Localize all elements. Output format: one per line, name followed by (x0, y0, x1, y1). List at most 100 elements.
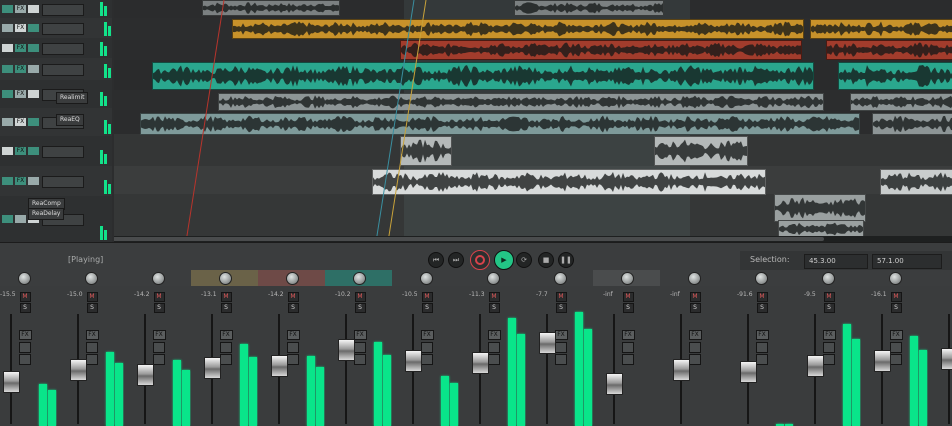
track-header[interactable]: FX (0, 58, 112, 81)
phase-button[interactable] (353, 342, 366, 353)
track-button[interactable] (2, 24, 13, 32)
mute-button[interactable]: M (287, 292, 299, 302)
route-button[interactable] (420, 354, 433, 365)
solo-button[interactable]: S (86, 303, 98, 313)
solo-button[interactable]: S (823, 303, 835, 313)
volume-fader[interactable] (271, 354, 288, 377)
track-button[interactable]: FX (15, 44, 26, 52)
fx-button[interactable]: FX (286, 330, 300, 340)
pan-knob[interactable] (285, 272, 299, 285)
track-button[interactable] (28, 5, 39, 13)
solo-button[interactable]: S (756, 303, 768, 313)
solo-button[interactable]: S (488, 303, 500, 313)
phase-button[interactable] (621, 342, 634, 353)
fx-button[interactable]: FX (889, 330, 903, 340)
phase-button[interactable] (487, 342, 500, 353)
track-button[interactable]: FX (15, 5, 26, 13)
track-header[interactable]: FX (0, 18, 112, 39)
track-header[interactable]: FX (0, 136, 112, 167)
track-button[interactable] (28, 118, 39, 126)
solo-button[interactable]: S (890, 303, 902, 313)
solo-button[interactable]: S (622, 303, 634, 313)
go-to-start-button[interactable]: ⏮ (428, 252, 444, 268)
route-button[interactable] (85, 354, 98, 365)
pan-knob[interactable] (754, 272, 768, 285)
track-button[interactable] (2, 177, 13, 185)
pan-knob[interactable] (620, 272, 634, 285)
route-button[interactable] (889, 354, 902, 365)
solo-button[interactable]: S (220, 303, 232, 313)
selection-end-field[interactable]: 57.1.00 (872, 254, 942, 269)
route-button[interactable] (353, 354, 366, 365)
phase-button[interactable] (755, 342, 768, 353)
mute-button[interactable]: M (756, 292, 768, 302)
track-button[interactable]: FX (15, 147, 26, 155)
fx-button[interactable]: FX (554, 330, 568, 340)
track-name-box[interactable] (42, 23, 84, 35)
route-button[interactable] (487, 354, 500, 365)
fx-button[interactable]: FX (353, 330, 367, 340)
route-button[interactable] (621, 354, 634, 365)
stop-button[interactable]: ■ (538, 252, 554, 268)
fx-button[interactable]: FX (822, 330, 836, 340)
phase-button[interactable] (18, 342, 31, 353)
mute-button[interactable]: M (890, 292, 902, 302)
fx-plugin-label[interactable]: ReaDelay (28, 208, 65, 220)
solo-button[interactable]: S (153, 303, 165, 313)
track-button[interactable] (2, 65, 13, 73)
phase-button[interactable] (688, 342, 701, 353)
phase-button[interactable] (554, 342, 567, 353)
mute-button[interactable]: M (622, 292, 634, 302)
track-button[interactable] (2, 147, 13, 155)
track-name-box[interactable] (42, 4, 84, 16)
route-button[interactable] (152, 354, 165, 365)
solo-button[interactable]: S (689, 303, 701, 313)
track-button[interactable]: FX (15, 65, 26, 73)
route-button[interactable] (219, 354, 232, 365)
volume-fader[interactable] (807, 354, 824, 377)
fx-button[interactable]: FX (755, 330, 769, 340)
volume-fader[interactable] (204, 357, 221, 380)
route-button[interactable] (822, 354, 835, 365)
mute-button[interactable]: M (19, 292, 31, 302)
mute-button[interactable]: M (421, 292, 433, 302)
pan-knob[interactable] (151, 272, 165, 285)
route-button[interactable] (18, 354, 31, 365)
fx-plugin-label[interactable]: ReaEQ (56, 114, 84, 126)
track-button[interactable] (28, 65, 39, 73)
track-button[interactable] (2, 90, 13, 98)
track-button[interactable] (28, 24, 39, 32)
go-to-end-button[interactable]: ⏭ (448, 252, 464, 268)
track-button[interactable] (28, 90, 39, 98)
volume-fader[interactable] (941, 348, 952, 371)
track-button[interactable] (15, 215, 26, 223)
mute-button[interactable]: M (689, 292, 701, 302)
phase-button[interactable] (219, 342, 232, 353)
track-button[interactable] (28, 177, 39, 185)
phase-button[interactable] (822, 342, 835, 353)
mute-button[interactable]: M (555, 292, 567, 302)
solo-button[interactable]: S (555, 303, 567, 313)
track-button[interactable] (28, 147, 39, 155)
solo-button[interactable]: S (421, 303, 433, 313)
fx-button[interactable]: FX (85, 330, 99, 340)
mute-button[interactable]: M (488, 292, 500, 302)
volume-fader[interactable] (874, 350, 891, 372)
record-button[interactable] (470, 250, 490, 270)
phase-button[interactable] (152, 342, 165, 353)
volume-fader[interactable] (740, 360, 757, 383)
track-name-box[interactable] (42, 64, 84, 76)
pan-knob[interactable] (419, 272, 433, 285)
pan-knob[interactable] (352, 272, 366, 285)
mute-button[interactable]: M (354, 292, 366, 302)
phase-button[interactable] (85, 342, 98, 353)
mute-button[interactable]: M (153, 292, 165, 302)
track-button[interactable] (28, 44, 39, 52)
pan-knob[interactable] (821, 272, 835, 285)
track-name-box[interactable] (42, 146, 84, 158)
scrollbar-thumb[interactable] (114, 237, 824, 241)
track-button[interactable] (2, 44, 13, 52)
solo-button[interactable]: S (287, 303, 299, 313)
volume-fader[interactable] (3, 370, 20, 393)
pan-knob[interactable] (17, 272, 31, 285)
